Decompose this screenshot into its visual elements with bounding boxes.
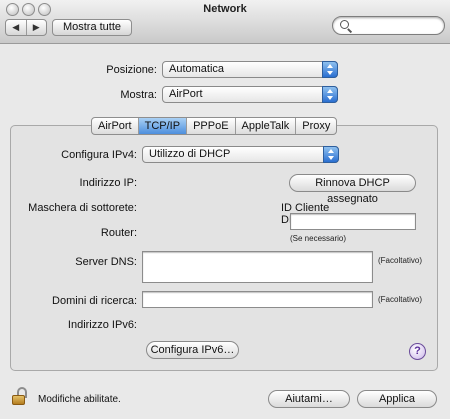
optional-note-dns: (Facoltativo) (378, 256, 423, 265)
tab-tcpip[interactable]: TCP/IP (137, 118, 187, 134)
tab-bar: AirPort TCP/IP PPPoE AppleTalk Proxy (91, 117, 338, 135)
location-label: Posizione: (106, 64, 157, 76)
optional-note-domains: (Facoltativo) (378, 295, 423, 304)
renew-dhcp-button[interactable]: Rinnova DHCP assegnato (289, 174, 416, 205)
configure-ipv4-value: Utilizzo di DHCP (149, 148, 231, 160)
tab-appletalk[interactable]: AppleTalk (234, 118, 296, 134)
lock-status-label: Modifiche abilitate. (38, 394, 121, 405)
search-field[interactable] (332, 16, 445, 35)
configure-ipv6-button[interactable]: Configura IPv6… (146, 341, 239, 359)
tab-airport[interactable]: AirPort (92, 118, 138, 134)
back-arrow-icon[interactable]: ◀ (6, 20, 26, 35)
location-value: Automatica (169, 63, 225, 75)
tab-proxy[interactable]: Proxy (295, 118, 336, 134)
if-needed-note: (Se necessario) (290, 234, 347, 243)
show-popup[interactable]: AirPort (162, 86, 338, 103)
show-value: AirPort (169, 88, 203, 100)
dns-servers-label: Server DNS: (75, 256, 137, 268)
lock-icon[interactable] (10, 387, 29, 406)
forward-arrow-icon[interactable]: ▶ (25, 20, 47, 35)
show-all-button[interactable]: Mostra tutte (52, 19, 132, 36)
popup-arrows-icon (322, 61, 338, 78)
tab-pppoe[interactable]: PPPoE (186, 118, 234, 134)
search-icon (340, 20, 349, 29)
help-icon[interactable]: ? (409, 343, 426, 360)
ip-address-label: Indirizzo IP: (79, 177, 137, 189)
subnet-mask-label: Maschera di sottorete: (28, 202, 137, 214)
window-title: Network (203, 3, 247, 15)
apply-button[interactable]: Applica (357, 390, 437, 408)
title-bar: Network ◀ ▶ Mostra tutte (0, 0, 450, 44)
dhcp-client-id-field[interactable] (290, 213, 416, 230)
help-button[interactable]: Aiutami… (268, 390, 350, 408)
location-popup[interactable]: Automatica (162, 61, 338, 78)
dns-servers-field[interactable] (142, 251, 373, 283)
network-preferences-window: Network ◀ ▶ Mostra tutte Posizione: Auto… (0, 0, 450, 419)
lock-body (12, 395, 25, 405)
show-label: Mostra: (120, 89, 157, 101)
configure-ipv4-label: Configura IPv4: (61, 149, 137, 161)
router-label: Router: (100, 227, 137, 239)
back-forward-control: ◀ ▶ (5, 19, 47, 36)
ipv6-address-label: Indirizzo IPv6: (67, 319, 137, 331)
configure-ipv4-popup[interactable]: Utilizzo di DHCP (142, 146, 339, 163)
popup-arrows-icon (323, 146, 339, 163)
popup-arrows-icon (322, 86, 338, 103)
search-domains-field[interactable] (142, 291, 373, 308)
search-domains-label: Domini di ricerca: (52, 295, 137, 307)
